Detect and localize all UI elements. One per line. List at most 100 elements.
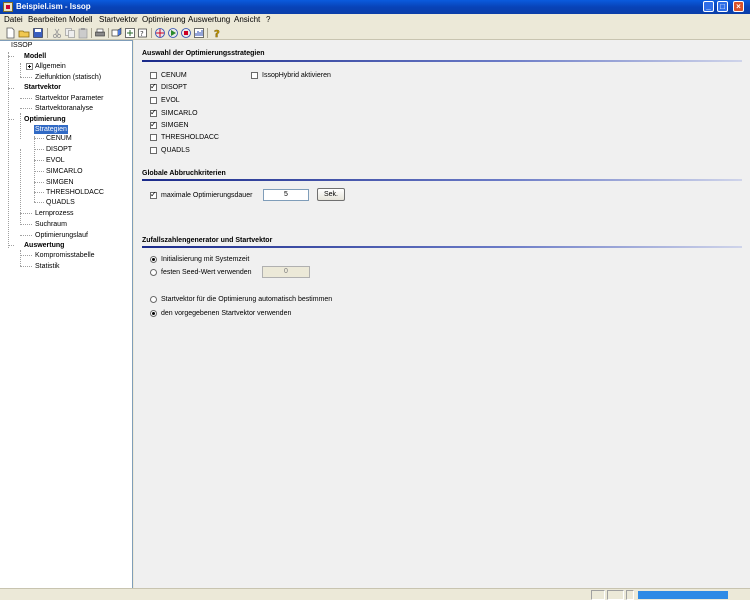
tree-item-startvektoranalyse[interactable]: Startvektoranalyse xyxy=(35,104,93,113)
tree-item-optimierung[interactable]: Optimierung xyxy=(24,115,66,124)
status-bar xyxy=(0,588,750,600)
quadls-checkbox[interactable] xyxy=(150,147,157,154)
given-start-vector-radio[interactable] xyxy=(150,310,157,317)
expand-allgemein-icon[interactable] xyxy=(26,63,33,70)
auto-start-vector-label: Startvektor für die Optimierung automati… xyxy=(161,296,333,303)
seed-value-input[interactable]: 0 xyxy=(262,266,310,278)
tree-item-optimierungslauf[interactable]: Optimierungslauf xyxy=(35,231,88,240)
save-icon[interactable] xyxy=(32,27,44,39)
print-icon[interactable] xyxy=(94,27,106,39)
tree-item-startvektor[interactable]: Startvektor xyxy=(24,83,61,92)
menu-auswertung[interactable]: Auswertung xyxy=(188,15,230,24)
evol-checkbox[interactable] xyxy=(150,97,157,104)
simgen-checkbox[interactable] xyxy=(150,120,157,129)
thresholdacc-checkbox[interactable] xyxy=(150,134,157,141)
maximize-button[interactable]: □ xyxy=(717,1,728,12)
tree-item-suchraum[interactable]: Suchraum xyxy=(35,220,67,229)
open-folder-icon[interactable] xyxy=(18,27,30,39)
window-title: Beispiel.ism - Issop xyxy=(16,2,91,11)
close-button[interactable]: × xyxy=(733,1,744,12)
new-file-icon[interactable] xyxy=(4,27,16,39)
svg-text:?: ? xyxy=(140,30,144,38)
simgen-checkbox-label: SIMGEN xyxy=(161,122,189,129)
abort-criteria-group-title: Globale Abbruchkriterien xyxy=(142,170,226,177)
max-duration-checkbox[interactable] xyxy=(150,190,157,199)
tree-item-evol[interactable]: EVOL xyxy=(46,156,65,165)
tree-item-modell[interactable]: Modell xyxy=(24,52,46,61)
cenum-checkbox-label: CENUM xyxy=(161,72,187,79)
menu-modell[interactable]: Modell xyxy=(69,15,93,24)
strategies-group-title: Auswahl der Optimierungsstrategien xyxy=(142,50,265,57)
run-optimization-icon[interactable] xyxy=(154,27,166,39)
svg-text:?: ? xyxy=(214,29,220,39)
strategies-group-divider xyxy=(142,60,742,62)
tree-item-auswertung[interactable]: Auswertung xyxy=(24,241,64,250)
cenum-checkbox[interactable] xyxy=(150,72,157,79)
menu-bearbeiten[interactable]: Bearbeiten xyxy=(28,15,67,24)
help-icon[interactable]: ? xyxy=(211,27,223,39)
toolbar: ? ? xyxy=(0,26,750,40)
random-generator-group-divider xyxy=(142,246,742,248)
init-system-time-radio[interactable] xyxy=(150,256,157,263)
simcarlo-checkbox[interactable] xyxy=(150,108,157,117)
disopt-checkbox[interactable] xyxy=(150,82,157,91)
start-vector-icon[interactable] xyxy=(124,27,136,39)
menu-datei[interactable]: Datei xyxy=(4,15,23,24)
auto-start-vector-radio[interactable] xyxy=(150,296,157,303)
content-panel: Auswahl der Optimierungsstrategien CENUM… xyxy=(134,40,750,588)
tree-item-simgen[interactable]: SIMGEN xyxy=(46,178,74,187)
tree-item-startvektor-parameter[interactable]: Startvektor Parameter xyxy=(35,94,103,103)
menu-help[interactable]: ? xyxy=(266,15,270,24)
tree-item-quadls[interactable]: QUADLS xyxy=(46,198,75,207)
max-duration-input[interactable]: 5 xyxy=(263,189,309,201)
tree-item-cenum[interactable]: CENUM xyxy=(46,134,72,143)
tree-item-kompromisstabelle[interactable]: Kompromisstabelle xyxy=(35,251,95,260)
stop-optimization-icon[interactable] xyxy=(180,27,192,39)
menu-startvektor[interactable]: Startvektor xyxy=(99,15,138,24)
abort-criteria-group-divider xyxy=(142,179,742,181)
status-panel-2 xyxy=(607,590,624,600)
optimization-icon[interactable]: ? xyxy=(137,27,149,39)
menu-optimierung[interactable]: Optimierung xyxy=(142,15,186,24)
minimize-button[interactable]: _ xyxy=(703,1,714,12)
fixed-seed-radio[interactable] xyxy=(150,269,157,276)
disopt-checkbox-label: DISOPT xyxy=(161,84,188,91)
tree-item-lernprozess[interactable]: Lernprozess xyxy=(35,209,74,218)
paste-icon[interactable] xyxy=(77,27,89,39)
step-optimization-icon[interactable] xyxy=(167,27,179,39)
tree-item-statistik[interactable]: Statistik xyxy=(35,262,60,271)
tree-item-simcarlo[interactable]: SIMCARLO xyxy=(46,167,83,176)
issophybrid-checkbox[interactable] xyxy=(251,72,258,79)
status-progress-bar xyxy=(638,591,728,599)
quadls-checkbox-label: QUADLS xyxy=(161,147,190,154)
tree-item-thresholdacc[interactable]: THRESHOLDACC xyxy=(46,188,104,197)
navigation-tree: ISSOP Modell Allgemein Zielfunktion (sta… xyxy=(0,40,133,588)
tree-root[interactable]: ISSOP xyxy=(11,41,32,50)
tree-item-allgemein[interactable]: Allgemein xyxy=(35,62,66,71)
issophybrid-checkbox-label: IssopHybrid aktivieren xyxy=(262,72,331,79)
app-icon xyxy=(3,2,13,12)
cut-icon[interactable] xyxy=(51,27,63,39)
random-generator-group-title: Zufallszahlengenerator und Startvektor xyxy=(142,237,273,244)
status-panel-1 xyxy=(591,590,605,600)
init-system-time-label: Initialisierung mit Systemzeit xyxy=(161,256,250,263)
menu-bar: Datei Bearbeiten Modell Startvektor Opti… xyxy=(0,14,750,26)
seconds-unit-button[interactable]: Sek. xyxy=(317,188,345,201)
evol-checkbox-label: EVOL xyxy=(161,97,180,104)
model-tool-icon[interactable] xyxy=(111,27,123,39)
toolbar-separator xyxy=(151,28,152,38)
fixed-seed-label: festen Seed-Wert verwenden xyxy=(161,269,252,276)
tree-item-disopt[interactable]: DISOPT xyxy=(46,145,72,154)
tree-item-strategien[interactable]: Strategien xyxy=(34,125,68,134)
toolbar-separator xyxy=(207,28,208,38)
max-duration-label: maximale Optimierungsdauer xyxy=(161,192,253,199)
tree-item-zielfunktion[interactable]: Zielfunktion (statisch) xyxy=(35,73,101,82)
toolbar-separator xyxy=(91,28,92,38)
evaluation-icon[interactable] xyxy=(193,27,205,39)
title-bar: Beispiel.ism - Issop _ □ × xyxy=(0,0,750,14)
simcarlo-checkbox-label: SIMCARLO xyxy=(161,110,198,117)
toolbar-separator xyxy=(47,28,48,38)
menu-ansicht[interactable]: Ansicht xyxy=(234,15,260,24)
toolbar-separator xyxy=(108,28,109,38)
copy-icon[interactable] xyxy=(64,27,76,39)
